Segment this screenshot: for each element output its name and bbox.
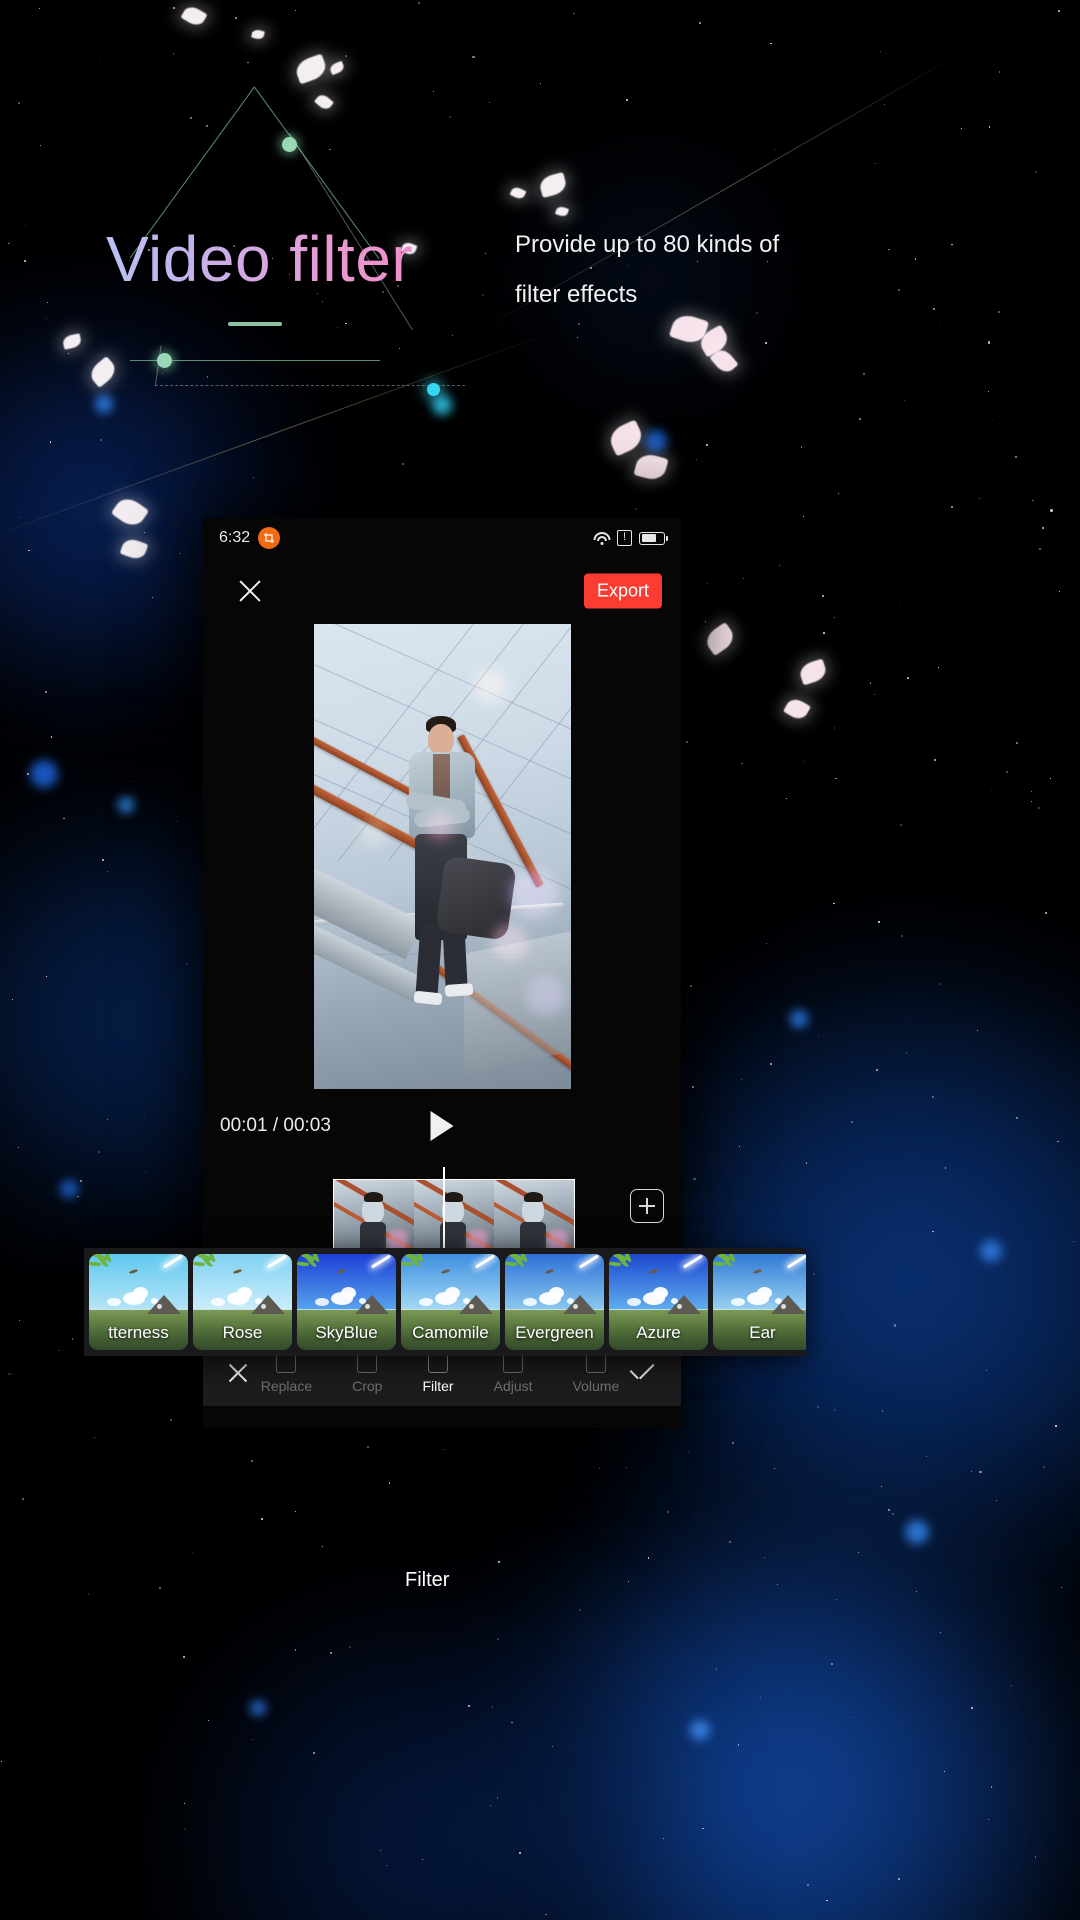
petal: [180, 3, 208, 29]
toolbar-item-label: Crop: [352, 1377, 383, 1394]
status-time: 6:32: [219, 529, 251, 546]
background-nebula: [140, 1610, 700, 1920]
cancel-icon[interactable]: [226, 1361, 250, 1385]
filter-name: Ear: [749, 1323, 776, 1342]
toolbar-item-adjust[interactable]: Adjust: [493, 1352, 533, 1394]
filter-item[interactable]: SkyBlue: [297, 1254, 396, 1350]
filter-item[interactable]: Camomile: [401, 1254, 500, 1350]
plus-icon[interactable]: [630, 1189, 664, 1223]
video-preview[interactable]: [313, 624, 571, 1089]
petal: [119, 536, 149, 562]
background-nebula: [440, 1480, 1080, 1920]
export-button[interactable]: Export: [583, 573, 662, 609]
status-bar: 6:32 !: [203, 518, 681, 558]
triangle-node-cyan: [427, 383, 440, 396]
triangle-node: [157, 353, 172, 368]
toolbar-item-crop[interactable]: Crop: [352, 1352, 383, 1394]
filter-item[interactable]: Azure: [609, 1254, 708, 1350]
filter-item[interactable]: Evergreen: [505, 1254, 604, 1350]
wifi-icon: [593, 531, 610, 545]
toolbar-item-volume[interactable]: Volume: [572, 1352, 620, 1394]
filter-name: SkyBlue: [315, 1323, 378, 1342]
page-subtitle: Provide up to 80 kinds of filter effects: [515, 220, 845, 320]
player-controls: 00:01 / 00:03: [203, 1089, 681, 1163]
filter-name: Camomile: [412, 1323, 489, 1342]
page-title: Video filter: [106, 223, 414, 295]
filter-item[interactable]: tterness: [89, 1254, 188, 1350]
petal: [702, 621, 738, 657]
play-icon[interactable]: [430, 1111, 454, 1141]
filter-name: Azure: [636, 1323, 681, 1342]
toolbar-item-filter[interactable]: Filter: [422, 1352, 454, 1394]
video-preview-container: [203, 624, 681, 1089]
toolbar-item-replace[interactable]: Replace: [260, 1352, 313, 1394]
petal: [328, 60, 346, 76]
petal: [782, 695, 812, 723]
filter-item[interactable]: Rose: [193, 1254, 292, 1350]
subtitle-line-2: filter effects: [515, 281, 638, 308]
petal: [633, 451, 669, 483]
filter-carousel[interactable]: tterness Rose SkyBlue Camomile Evergreen Azur…: [84, 1248, 806, 1356]
petal: [797, 658, 829, 686]
toolbar-item-label: Filter: [422, 1377, 454, 1394]
filter-name: Rose: [222, 1323, 263, 1342]
sim-alert-icon: !: [617, 530, 632, 546]
filter-name: tterness: [108, 1323, 169, 1342]
triangle-edge-dashed: [155, 385, 465, 386]
check-icon[interactable]: [630, 1365, 658, 1381]
petal: [509, 185, 527, 201]
time-display: 00:01 / 00:03: [220, 1115, 331, 1136]
petal: [537, 171, 569, 199]
petal: [606, 419, 646, 457]
toolbar-item-label: Volume: [572, 1377, 620, 1394]
triangle-node: [282, 137, 297, 152]
crop-icon: [258, 527, 281, 549]
petal: [110, 493, 150, 531]
petal: [251, 28, 265, 41]
active-tool-label: Filter: [405, 1569, 450, 1591]
title-underline: [228, 322, 282, 326]
toolbar-item-label: Adjust: [493, 1377, 533, 1394]
petal: [554, 205, 570, 218]
promo-page: Video filter Provide up to 80 kinds of f…: [0, 0, 1080, 1920]
subtitle-line-1: Provide up to 80 kinds of: [515, 231, 780, 258]
filter-item[interactable]: Ear: [713, 1254, 806, 1350]
close-icon[interactable]: [236, 577, 264, 605]
battery-icon: [639, 531, 668, 545]
editor-top-bar: Export: [203, 558, 681, 624]
filter-name: Evergreen: [515, 1323, 594, 1342]
toolbar-item-label: Replace: [260, 1377, 313, 1394]
